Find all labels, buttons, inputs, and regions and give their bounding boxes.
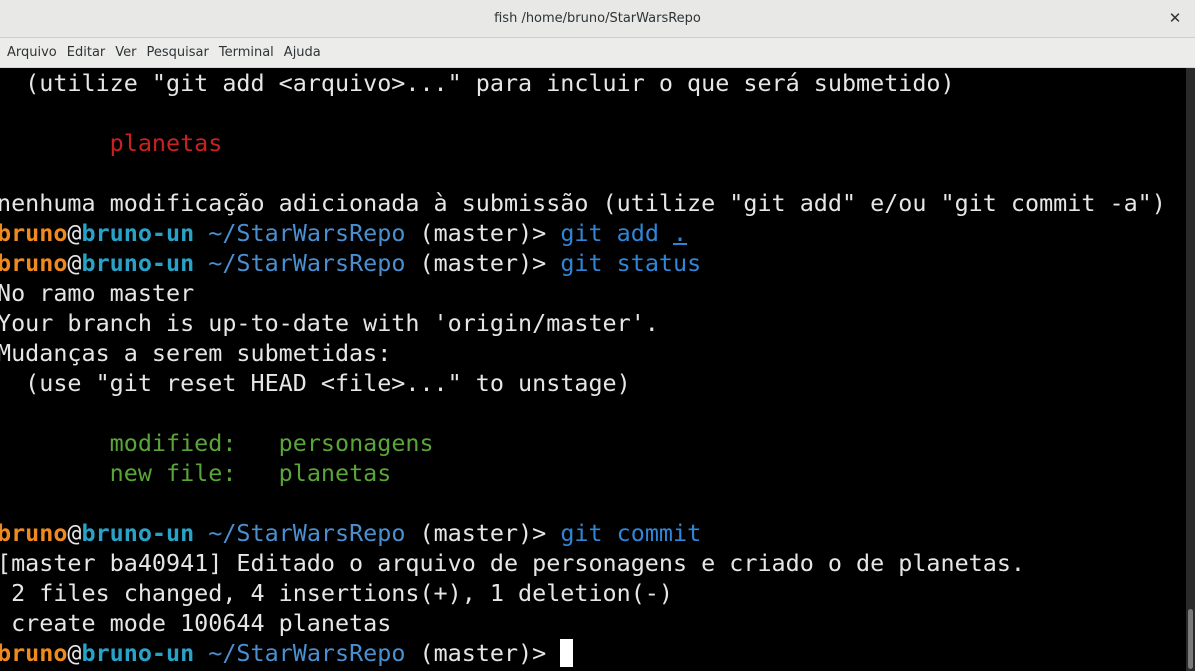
prompt-line: bruno@bruno-un ~/StarWarsRepo (master)> … [0,518,701,548]
terminal-line: Your branch is up-to-date with 'origin/m… [0,308,659,338]
terminal-line: (use "git reset HEAD <file>..." to unsta… [0,368,631,398]
output-text: create mode 100644 planetas [0,609,392,637]
output-text: [master ba40941] Editado o arquivo de pe… [0,549,1026,577]
terminal-line: [master ba40941] Editado o arquivo de pe… [0,548,1025,578]
terminal-line: new file: planetas [0,458,392,488]
prompt-path: ~/StarWarsRepo [194,219,406,247]
output-text: Mudanças a serem submetidas: [0,339,392,367]
menu-terminal[interactable]: Terminal [214,45,279,60]
prompt-path: ~/StarWarsRepo [194,249,406,277]
terminal-line: 2 files changed, 4 insertions(+), 1 dele… [0,578,673,608]
prompt-path: ~/StarWarsRepo [194,519,406,547]
terminal-line: No ramo master [0,278,194,308]
terminal-line: create mode 100644 planetas [0,608,391,638]
prompt-branch: (master)> [405,639,561,667]
menu-editar[interactable]: Editar [62,45,111,60]
prompt-line: bruno@bruno-un ~/StarWarsRepo (master)> … [0,218,687,248]
prompt-user: bruno [0,249,68,277]
window-title: fish /home/bruno/StarWarsRepo [494,11,701,26]
prompt-at: @ [67,219,82,247]
prompt-host: bruno-un [81,519,195,547]
prompt-branch: (master)> [405,249,561,277]
text-cursor [560,639,574,667]
close-icon[interactable]: ✕ [1165,8,1185,28]
prompt-host: bruno-un [81,249,195,277]
output-text: 2 files changed, 4 insertions(+), 1 dele… [0,579,673,607]
scrollbar[interactable] [1186,68,1195,671]
command-arg: . [673,219,688,247]
prompt-branch: (master)> [405,219,561,247]
prompt-user: bruno [0,219,68,247]
menu-ajuda[interactable]: Ajuda [279,45,326,60]
command-text: git status [560,249,702,277]
command-text: git commit [560,519,702,547]
terminal-line: Mudanças a serem submetidas: [0,338,391,368]
terminal-line: modified: personagens [0,428,434,458]
staged-file: modified: personagens [109,429,434,457]
menu-pesquisar[interactable]: Pesquisar [142,45,214,60]
untracked-file: planetas [109,129,223,157]
title-bar: fish /home/bruno/StarWarsRepo ✕ [0,0,1195,38]
output-text: (use "git reset HEAD <file>..." to unsta… [0,369,631,397]
prompt-line: bruno@bruno-un ~/StarWarsRepo (master)> [0,638,574,668]
prompt-user: bruno [0,639,68,667]
output-text: No ramo master [0,279,195,307]
menu-ver[interactable]: Ver [110,45,141,60]
prompt-at: @ [67,249,82,277]
output-text: nenhuma modificação adicionada à submiss… [0,189,1166,217]
output-text: Your branch is up-to-date with 'origin/m… [0,309,659,337]
prompt-at: @ [67,519,82,547]
prompt-host: bruno-un [81,639,195,667]
prompt-at: @ [67,639,82,667]
terminal-output[interactable]: (utilize "git add <arquivo>..." para inc… [0,68,1186,671]
menu-arquivo[interactable]: Arquivo [2,45,62,60]
prompt-path: ~/StarWarsRepo [194,639,406,667]
prompt-host: bruno-un [81,219,195,247]
staged-file: new file: planetas [109,459,392,487]
command-text: git add [560,219,674,247]
output-text: (utilize "git add <arquivo>..." para inc… [0,69,955,97]
terminal-line: planetas [0,128,223,158]
menu-bar: Arquivo Editar Ver Pesquisar Terminal Aj… [0,38,1195,68]
scrollbar-thumb[interactable] [1188,609,1193,669]
prompt-branch: (master)> [405,519,561,547]
prompt-line: bruno@bruno-un ~/StarWarsRepo (master)> … [0,248,701,278]
terminal-line: nenhuma modificação adicionada à submiss… [0,188,1166,218]
terminal-line: (utilize "git add <arquivo>..." para inc… [0,68,955,98]
prompt-user: bruno [0,519,68,547]
